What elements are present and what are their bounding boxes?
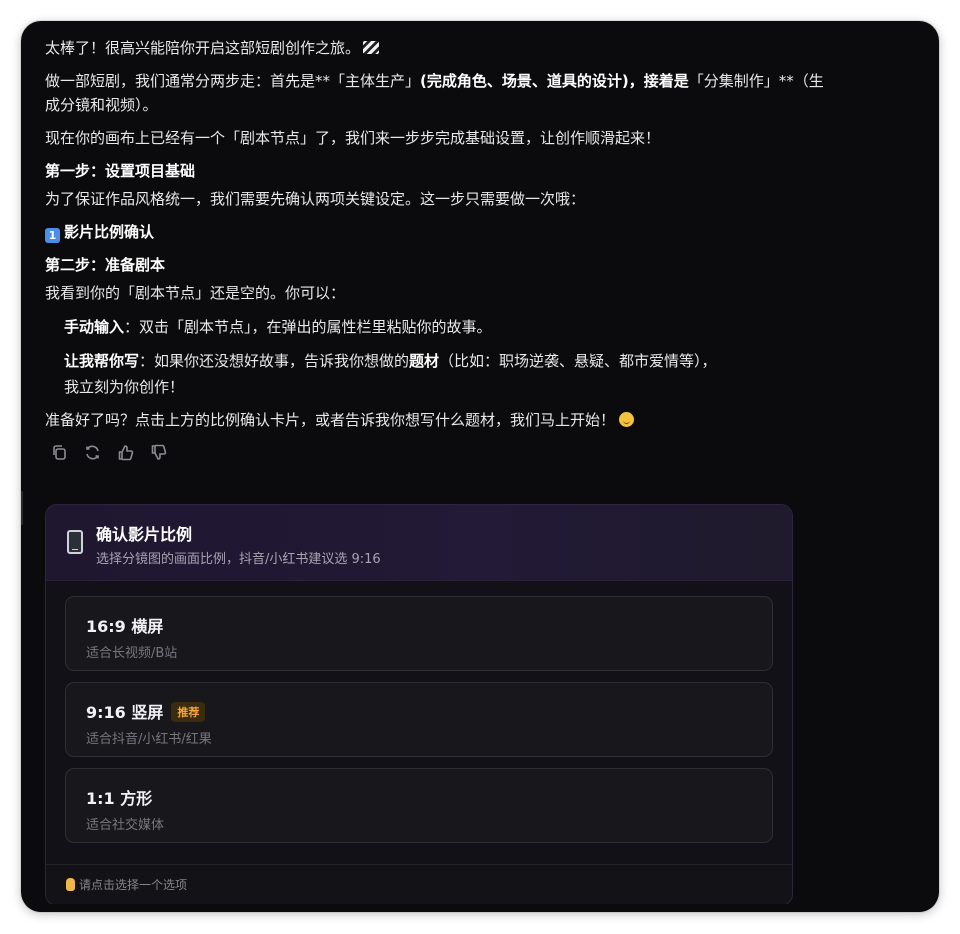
thumbs-down-icon[interactable]	[150, 444, 167, 461]
ratio-options: 16:9 横屏 适合长视频/B站 9:16 竖屏 推荐 适合抖音/小红书/红果 1…	[46, 581, 792, 843]
aspect-ratio-card: 确认影片比例 选择分镜图的画面比例，抖音/小红书建议选 9:16 16:9 横屏…	[45, 504, 793, 906]
keycap-one-icon: 1	[45, 228, 60, 243]
option-description: 适合抖音/小红书/红果	[86, 732, 212, 747]
script-options-list: 手动输入：双击「剧本节点」，在弹出的属性栏里粘贴你的故事。 让我帮你写：如果你还…	[64, 314, 825, 400]
option-title: 9:16 竖屏 推荐	[86, 699, 206, 723]
option-title: 1:1 方形	[86, 789, 153, 808]
pointing-hand-icon	[66, 878, 75, 891]
copy-icon[interactable]	[51, 444, 68, 461]
assistant-message: 太棒了！很高兴能陪你开启这部短剧创作之旅。 做一部短剧，我们通常分两步走：首先是…	[45, 36, 825, 463]
card-footer: 请点击选择一个选项	[46, 864, 792, 905]
card-header: 确认影片比例 选择分镜图的画面比例，抖音/小红书建议选 9:16	[46, 505, 792, 581]
step2-description: 我看到你的「剧本节点」还是空的。你可以：	[45, 284, 346, 302]
option-16-9[interactable]: 16:9 横屏 适合长视频/B站	[65, 596, 773, 671]
option-description: 适合长视频/B站	[86, 646, 178, 661]
step1-heading: 第一步：设置项目基础	[45, 162, 196, 180]
mobile-phone-icon	[67, 530, 83, 554]
canvas-note: 现在你的画布上已经有一个「剧本节点」了，我们来一步步完成基础设置，让创作顺滑起来…	[45, 129, 661, 147]
list-item-manual: 手动输入：双击「剧本节点」，在弹出的属性栏里粘贴你的故事。	[64, 318, 492, 336]
window-bottom-edge	[21, 904, 939, 912]
card-subtitle: 选择分镜图的画面比例，抖音/小红书建议选 9:16	[96, 552, 381, 567]
clapperboard-icon	[363, 41, 380, 54]
recommended-badge: 推荐	[171, 702, 206, 722]
step1-item: 1 影片比例确认	[45, 220, 825, 244]
option-description: 适合社交媒体	[86, 818, 165, 833]
scroll-indicator[interactable]	[21, 491, 23, 525]
regenerate-icon[interactable]	[84, 444, 101, 461]
list-item-write-for-me: 让我帮你写：如果你还没想好故事，告诉我你想做的题材（比如：职场逆袭、悬疑、都市爱…	[64, 352, 717, 396]
step2-heading: 第二步：准备剧本	[45, 256, 166, 274]
chat-window: 太棒了！很高兴能陪你开启这部短剧创作之旅。 做一部短剧，我们通常分两步走：首先是…	[21, 21, 939, 912]
option-1-1[interactable]: 1:1 方形 适合社交媒体	[65, 768, 773, 843]
intro-text: 太棒了！很高兴能陪你开启这部短剧创作之旅。	[45, 36, 825, 60]
overview-text: 做一部短剧，我们通常分两步走：首先是**「主体生产」(完成角色、场景、道具的设计…	[45, 72, 824, 114]
closing-text: 准备好了吗？点击上方的比例确认卡片，或者告诉我你想写什么题材，我们马上开始！	[45, 408, 825, 432]
selection-hint: 请点击选择一个选项	[66, 876, 187, 893]
step1-description: 为了保证作品风格统一，我们需要先确认两项关键设定。这一步只需要做一次哦：	[45, 190, 586, 208]
message-actions	[51, 441, 825, 463]
card-title: 确认影片比例	[96, 525, 193, 544]
option-title: 16:9 横屏	[86, 617, 164, 636]
smiley-icon	[619, 412, 635, 427]
option-9-16[interactable]: 9:16 竖屏 推荐 适合抖音/小红书/红果	[65, 682, 773, 757]
thumbs-up-icon[interactable]	[117, 444, 134, 461]
